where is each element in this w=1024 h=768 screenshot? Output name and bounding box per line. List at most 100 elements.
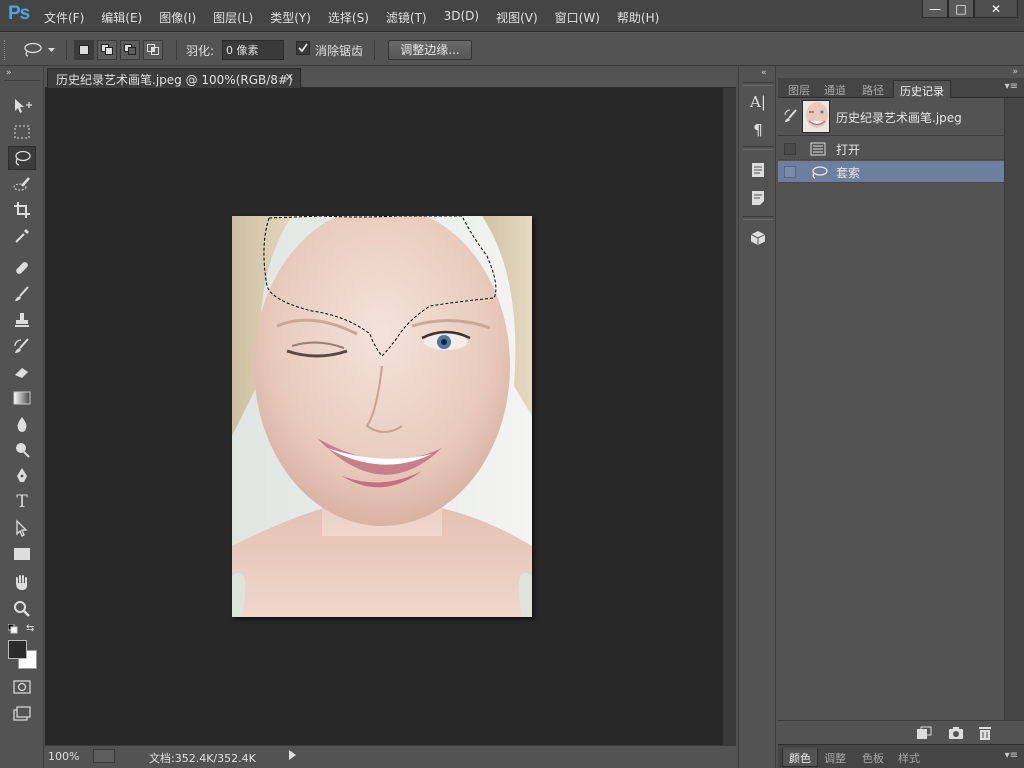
rectangle-tool-icon [14,548,30,560]
rectangle-tool[interactable] [8,542,36,566]
tab-history[interactable]: 历史记录 [893,80,951,98]
subtract-selection-button[interactable] [120,40,140,60]
menu-image[interactable]: 图像(I) [159,9,196,26]
crop-tool[interactable] [8,198,36,222]
eraser-tool[interactable] [8,360,36,384]
antialias-checkbox[interactable] [296,41,310,55]
panel-menu-icon[interactable]: ▾≡ [1005,750,1018,761]
tab-close-icon[interactable]: ✕ [285,71,294,84]
minimize-button[interactable]: — [922,0,948,18]
healing-brush-tool[interactable] [8,256,36,280]
paragraph-icon: ¶ [753,121,763,139]
refine-edge-button[interactable]: 调整边缘... [388,40,472,60]
camera-icon[interactable] [948,726,964,740]
zoom-tool[interactable] [8,597,36,621]
foreground-color-swatch[interactable] [8,640,27,659]
tab-adjustments[interactable]: 调整 [818,748,852,767]
collapse-panel-icon[interactable]: » [1012,67,1018,77]
character-styles-button[interactable] [744,158,772,182]
menu-view[interactable]: 视图(V) [496,9,538,26]
tool-preset-picker[interactable] [22,40,60,60]
hand-tool[interactable] [8,571,36,595]
history-brush-tool[interactable] [8,334,36,358]
new-document-from-state-icon[interactable] [916,726,932,740]
screen-mode-button[interactable] [8,702,36,726]
collapse-toolbar-icon[interactable]: » [6,68,12,78]
new-selection-button[interactable] [74,40,94,60]
menu-layer[interactable]: 图层(L) [213,9,253,26]
panel-icon-strip: « A| ¶ [738,66,776,768]
move-tool[interactable] [8,94,36,118]
menu-items: 文件(F) 编辑(E) 图像(I) 图层(L) 类型(Y) 选择(S) 滤镜(T… [44,9,676,26]
document-tab[interactable]: 历史纪录艺术画笔.jpeg @ 100%(RGB/8#) ✕ [47,68,301,88]
menu-help[interactable]: 帮助(H) [617,9,659,26]
close-button[interactable]: ✕ [974,0,1018,18]
status-preview-icon[interactable] [93,749,115,763]
snapshot-thumbnail [802,100,830,133]
divider [374,40,375,60]
clone-stamp-tool[interactable] [8,308,36,332]
quick-mask-button[interactable] [8,675,36,699]
paragraph-panel-button[interactable]: ¶ [744,118,772,142]
character-panel-button[interactable]: A| [744,90,772,114]
tab-swatches[interactable]: 色板 [856,748,890,767]
menu-3d[interactable]: 3D(D) [444,9,479,26]
history-panel: » 图层 通道 路径 历史记录 ▾≡ 历史纪录艺术画笔.jpeg 打开 套索 颜… [778,66,1024,768]
tab-styles[interactable]: 样式 [892,748,926,767]
status-menu-arrow-icon[interactable] [289,750,296,760]
quick-mask-icon [13,680,31,694]
paragraph-styles-icon [752,191,764,205]
history-item-lasso[interactable]: 套索 [778,161,1004,183]
maximize-button[interactable]: □ [948,0,974,18]
history-snapshot[interactable]: 历史纪录艺术画笔.jpeg [778,98,1004,136]
type-tool[interactable]: T [8,490,36,514]
brush-tool[interactable] [8,282,36,306]
path-selection-tool[interactable] [8,516,36,540]
menu-file[interactable]: 文件(F) [44,9,84,26]
window-controls: — □ ✕ [922,0,1018,18]
dodge-tool[interactable] [8,438,36,462]
swap-colors-icon[interactable]: ⇆ [26,623,34,634]
history-scrollbar[interactable] [1004,98,1024,720]
marquee-tool[interactable] [8,120,36,144]
vertical-scrollbar[interactable] [722,88,736,745]
canvas[interactable] [45,88,722,745]
history-brush-tool-icon [14,338,29,353]
default-colors-icon[interactable] [8,624,18,634]
paragraph-styles-button[interactable] [744,186,772,210]
snapshot-label: 历史纪录艺术画笔.jpeg [836,111,962,125]
menu-edit[interactable]: 编辑(E) [101,9,142,26]
history-brush-source-icon[interactable] [784,109,798,123]
tab-layers[interactable]: 图层 [782,80,816,98]
tab-paths[interactable]: 路径 [856,80,890,98]
history-brush-source-checkbox[interactable] [784,143,796,155]
eraser-tool-icon [15,368,28,378]
photo-woman-winking[interactable] [232,216,532,617]
eyedropper-tool[interactable] [8,224,36,248]
menu-type[interactable]: 类型(Y) [270,9,311,26]
lasso-tool[interactable] [8,146,36,170]
trash-icon[interactable] [978,726,992,740]
history-item-open[interactable]: 打开 [778,138,1004,160]
tab-channels[interactable]: 通道 [818,80,852,98]
tab-color[interactable]: 颜色 [782,748,818,767]
add-selection-button[interactable] [97,40,117,60]
history-brush-source-checkbox[interactable] [784,166,796,178]
3d-cube-icon [750,231,766,245]
quick-selection-tool[interactable] [8,172,36,196]
blur-tool[interactable] [8,412,36,436]
3d-panel-button[interactable] [744,226,772,250]
panel-menu-icon[interactable]: ▾≡ [1005,81,1018,92]
feather-input[interactable] [222,40,284,60]
menu-select[interactable]: 选择(S) [328,9,369,26]
quick-selection-tool-icon [13,177,30,191]
intersect-selection-button[interactable] [143,40,163,60]
gradient-tool[interactable] [8,386,36,410]
menu-window[interactable]: 窗口(W) [555,9,600,26]
history-footer [778,720,1024,744]
pen-tool[interactable] [8,464,36,488]
menu-filter[interactable]: 滤镜(T) [386,9,427,26]
collapse-strip-icon[interactable]: « [761,68,767,78]
type-tool-icon: T [16,492,28,512]
zoom-level[interactable]: 100% [48,750,79,763]
